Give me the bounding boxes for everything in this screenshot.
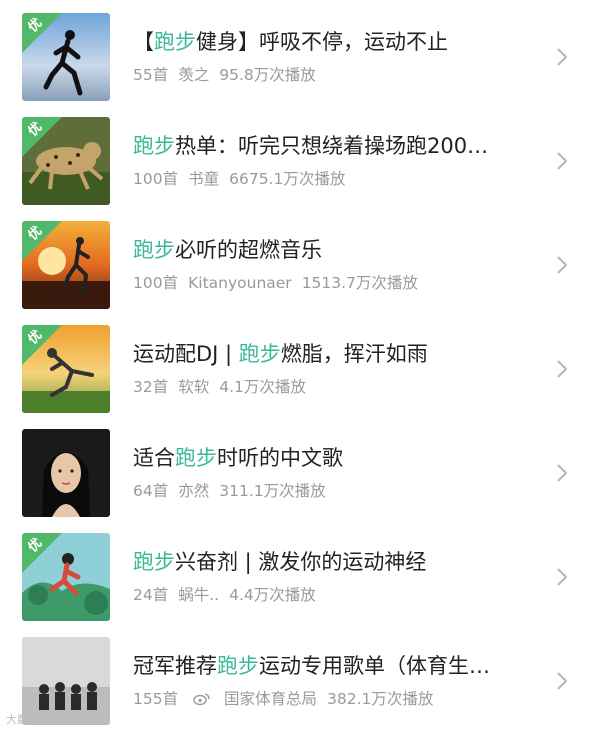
chevron-right-icon: [557, 48, 568, 66]
author-name: 亦然: [178, 482, 210, 500]
chevron-right-icon: [557, 360, 568, 378]
chevron-right-icon: [557, 256, 568, 274]
playlist-meta: 64首 亦然 311.1万次播放: [133, 481, 553, 501]
playlist-row[interactable]: 适合跑步时听的中文歌 64首 亦然 311.1万次播放: [0, 416, 599, 520]
playlist-meta: 55首 羡之 95.8万次播放: [133, 65, 553, 85]
author-name: 书童: [188, 170, 220, 188]
play-count: 311.1万次播放: [219, 482, 326, 500]
keyword-highlight: 跑步: [175, 446, 217, 470]
playlist-title: 冠军推荐跑步运动专用歌单（体育生…: [133, 654, 490, 678]
chevron-right-icon: [557, 568, 568, 586]
play-count: 382.1万次播放: [326, 690, 434, 708]
playlist-cover: [22, 429, 110, 517]
playlist-title: 适合跑步时听的中文歌: [133, 446, 343, 470]
author-name: 软软: [178, 378, 210, 396]
playlist-cover: 优: [22, 221, 110, 309]
playlist-cover: 优: [22, 325, 110, 413]
playlist-cover: 优: [22, 13, 110, 101]
playlist-title: 跑步必听的超燃音乐: [133, 238, 322, 262]
track-count: 100首: [133, 170, 179, 188]
chevron-right-icon: [557, 152, 568, 170]
playlist-title: 运动配DJ | 跑步燃脂，挥汗如雨: [133, 342, 428, 366]
author-name: 国家体育总局: [223, 690, 317, 708]
track-count: 64首: [133, 482, 169, 500]
keyword-highlight: 跑步: [238, 342, 281, 366]
playlist-row[interactable]: 优 【跑步健身】呼吸不停，运动不止 55首 羡之 95.8万次播放: [0, 0, 599, 104]
track-count: 24首: [133, 586, 169, 604]
chevron-right-icon: [557, 464, 568, 482]
keyword-highlight: 跑步: [133, 550, 175, 574]
play-count: 1513.7万次播放: [301, 274, 418, 292]
playlist-meta: 32首 软软 4.1万次播放: [133, 377, 553, 397]
playlist-row[interactable]: 优 跑步必听的超燃音乐 100首 Kitanyounaer 1513.7万次播放: [0, 208, 599, 312]
playlist-title: 跑步热单：听完只想绕着操场跑200…: [133, 134, 489, 158]
playlist-meta: 24首 蜗牛.. 4.4万次播放: [133, 585, 553, 605]
keyword-highlight: 跑步: [154, 30, 196, 54]
playlist-row[interactable]: 优 运动配DJ | 跑步燃脂，挥汗如雨 32首 软软 4.1万次播放: [0, 312, 599, 416]
keyword-highlight: 跑步: [217, 654, 259, 678]
author-name: 蜗牛..: [178, 586, 220, 604]
track-count: 155首: [133, 690, 179, 708]
playlist-meta: 155首 国家体育总局 382.1万次播放: [133, 689, 553, 709]
playlist-meta: 100首 Kitanyounaer 1513.7万次播放: [133, 273, 553, 293]
playlist-row[interactable]: 优 跑步兴奋剂 | 激发你的运动神经 24首 蜗牛.. 4.4万次播放: [0, 520, 599, 624]
play-count: 95.8万次播放: [219, 66, 316, 84]
author-name: 羡之: [178, 66, 210, 84]
playlist-cover: 优: [22, 117, 110, 205]
track-count: 55首: [133, 66, 169, 84]
chevron-right-icon: [557, 672, 568, 690]
track-count: 32首: [133, 378, 169, 396]
keyword-highlight: 跑步: [133, 134, 175, 158]
author-name: Kitanyounaer: [188, 274, 292, 292]
track-count: 100首: [133, 274, 179, 292]
playlist-title: 【跑步健身】呼吸不停，运动不止: [133, 30, 448, 54]
weibo-icon: [193, 693, 210, 706]
playlist-meta: 100首 书童 6675.1万次播放: [133, 169, 553, 189]
playlist-row[interactable]: 冠军推荐跑步运动专用歌单（体育生… 155首 国家体育总局 382.1万次播放: [0, 624, 599, 728]
play-count: 4.4万次播放: [229, 586, 316, 604]
playlist-row[interactable]: 优 跑步热单：听完只想绕着操场跑200… 100首 书童 6675.1万次播放: [0, 104, 599, 208]
playlist-title: 跑步兴奋剂 | 激发你的运动神经: [133, 550, 427, 574]
playlist-cover: 优: [22, 533, 110, 621]
watermark: 大数跑步: [6, 713, 50, 726]
portrait-icon: [22, 429, 110, 517]
play-count: 6675.1万次播放: [229, 170, 346, 188]
keyword-highlight: 跑步: [133, 238, 175, 262]
play-count: 4.1万次播放: [219, 378, 306, 396]
